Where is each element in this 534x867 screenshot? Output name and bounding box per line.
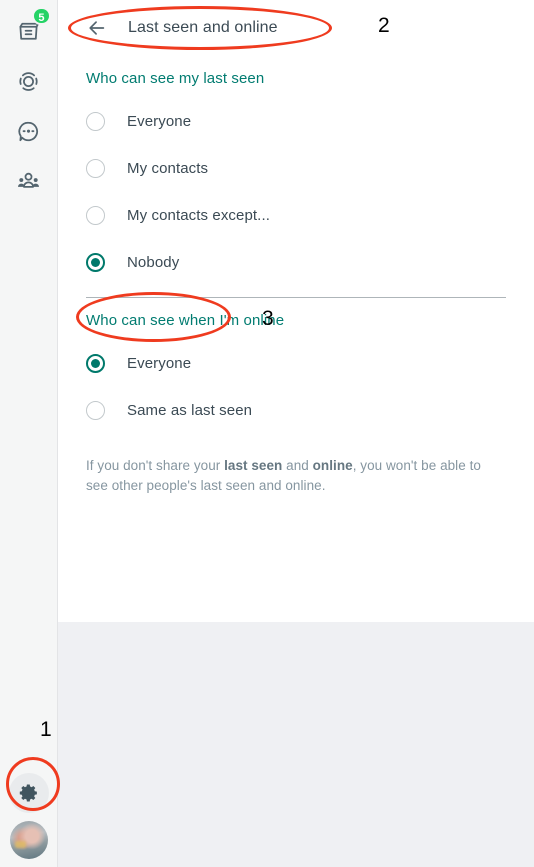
radio-my-contacts[interactable] — [86, 158, 105, 178]
nav-rail: 5 — [0, 0, 58, 867]
chats-unread-badge: 5 — [32, 7, 51, 25]
radio-my-contacts-except[interactable] — [86, 205, 105, 225]
gear-icon — [19, 784, 37, 802]
option-label: Everyone — [127, 354, 192, 372]
nav-item-status[interactable] — [7, 59, 51, 103]
option-everyone[interactable]: Everyone — [58, 102, 534, 140]
settings-button[interactable] — [9, 773, 49, 813]
status-icon — [19, 71, 38, 91]
nav-rail-bottom — [0, 773, 58, 859]
option-list-online: Everyone Same as last seen — [58, 329, 534, 429]
app-window: 5 Last seen and online Who can see my la… — [0, 0, 534, 867]
option-list-last-seen: Everyone My contacts My contacts except.… — [58, 87, 534, 281]
footnote-text: If you don't share your last seen and on… — [58, 438, 534, 496]
nav-rail-top: 5 — [0, 0, 57, 203]
channels-icon — [18, 121, 38, 141]
option-same-as-last-seen[interactable]: Same as last seen — [58, 391, 534, 429]
option-online-everyone[interactable]: Everyone — [58, 344, 534, 382]
radio-nobody[interactable] — [86, 252, 105, 272]
footnote-part1: If you don't share your — [86, 458, 225, 473]
settings-panel: Last seen and online Who can see my last… — [58, 0, 534, 867]
radio-same-as-last-seen[interactable] — [86, 400, 105, 420]
nav-item-channels[interactable] — [7, 109, 51, 153]
option-label: My contacts — [127, 159, 209, 177]
footnote-part2: and — [282, 458, 313, 473]
profile-avatar[interactable] — [10, 821, 48, 859]
settings-panel-content: Last seen and online Who can see my last… — [58, 0, 534, 622]
option-nobody[interactable]: Nobody — [58, 243, 534, 281]
option-label: Same as last seen — [127, 401, 253, 419]
option-label: My contacts except... — [127, 206, 270, 224]
page-title: Last seen and online — [128, 19, 278, 36]
section-title-last-seen: Who can see my last seen — [86, 70, 265, 87]
radio-everyone[interactable] — [86, 111, 105, 131]
option-my-contacts[interactable]: My contacts — [58, 149, 534, 187]
option-label: Everyone — [127, 112, 192, 130]
radio-online-everyone[interactable] — [86, 353, 105, 373]
panel-header: Last seen and online — [58, 0, 534, 56]
communities-icon — [17, 172, 40, 188]
option-my-contacts-except[interactable]: My contacts except... — [58, 196, 534, 234]
footnote-bold-last-seen: last seen — [224, 458, 283, 473]
section-title-online: Who can see when I'm online — [86, 312, 285, 329]
back-button[interactable] — [84, 15, 110, 41]
nav-item-communities[interactable] — [7, 159, 51, 203]
arrow-left-icon — [89, 21, 105, 35]
footnote-bold-online: online — [312, 458, 353, 473]
nav-item-chats[interactable]: 5 — [7, 7, 51, 53]
option-label: Nobody — [127, 253, 180, 271]
